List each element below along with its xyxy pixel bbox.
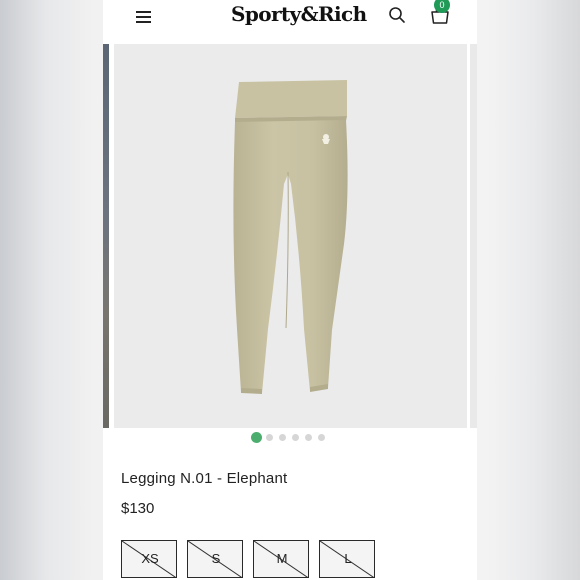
size-label: L [344,551,352,566]
hamburger-menu-icon[interactable] [136,8,152,24]
leggings-image [233,80,348,394]
product-price: $130 [121,500,155,517]
size-option-xs[interactable]: XS [121,540,177,578]
size-option-m[interactable]: M [253,540,309,578]
carousel-dot-2[interactable] [266,434,273,441]
brand-logo[interactable]: Sporty&Rich [231,2,367,26]
size-option-s[interactable]: S [187,540,243,578]
previous-slide-preview[interactable] [103,44,109,428]
size-option-l[interactable]: L [319,540,375,578]
top-navigation-bar: Sporty&Rich 0 [103,0,477,44]
next-slide-preview[interactable] [470,44,477,428]
carousel-dot-6[interactable] [318,434,325,441]
size-label: S [211,551,221,566]
product-title: Legging N.01 - Elephant [121,470,288,487]
product-image[interactable] [114,44,467,428]
product-image-carousel[interactable] [103,44,477,428]
carousel-dot-4[interactable] [292,434,299,441]
carousel-dot-1[interactable] [251,432,262,443]
carousel-dot-3[interactable] [279,434,286,441]
size-label: M [276,551,288,566]
product-page: Sporty&Rich 0 Legging N.01 - Elephant $1… [103,0,477,580]
size-label: XS [141,551,159,566]
search-icon[interactable] [388,6,406,24]
carousel-dot-5[interactable] [305,434,312,441]
